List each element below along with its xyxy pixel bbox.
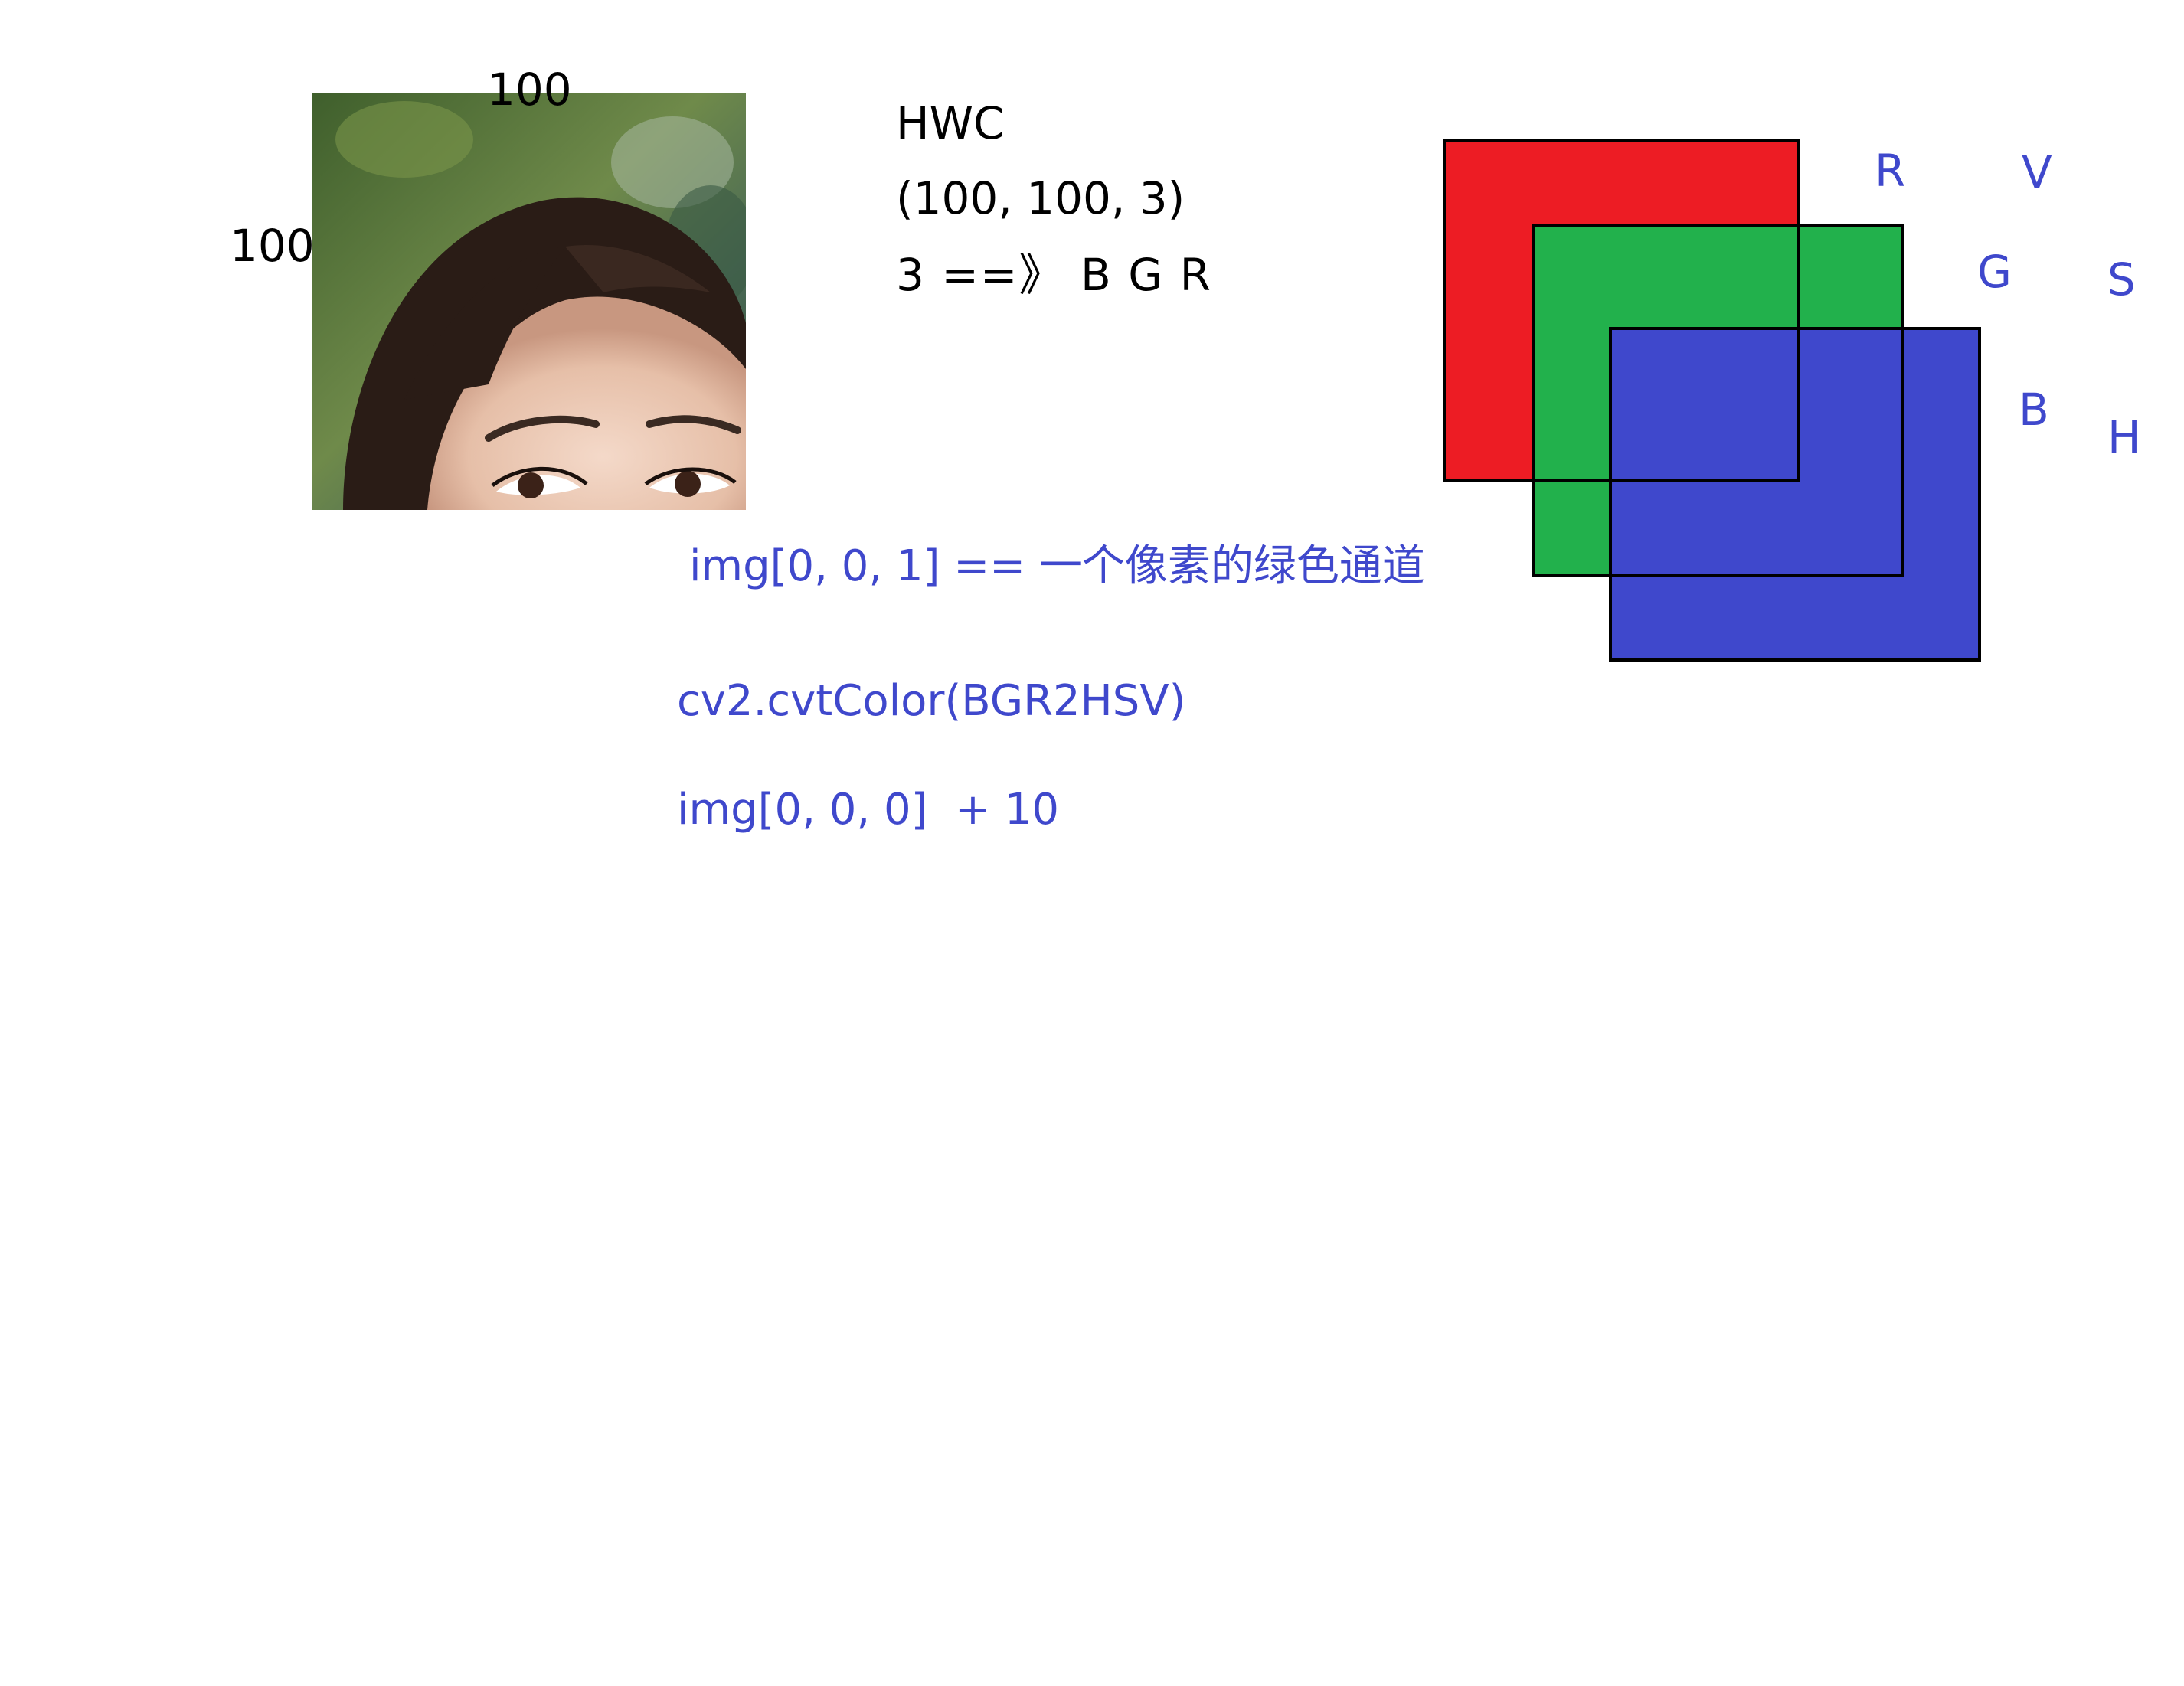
portrait-photo (312, 93, 746, 510)
label-v: V (2022, 146, 2052, 198)
shape-text: (100, 100, 3) (896, 172, 1185, 224)
add-value-line: img[0, 0, 0] + 10 (677, 785, 1060, 835)
label-h: H (2107, 411, 2141, 463)
label-s: S (2107, 253, 2136, 306)
whiteboard-canvas: 100 100 HWC (100, 100, 3) 3 ==》 B G R im… (0, 0, 2184, 1686)
layout-text: HWC (896, 97, 1005, 149)
image-height-label: 100 (230, 220, 315, 272)
label-r: R (1875, 145, 1906, 197)
label-g: G (1977, 246, 2012, 298)
image-width-label: 100 (487, 64, 572, 116)
label-b: B (2019, 384, 2049, 436)
pixel-index-line: img[0, 0, 1] == 一个像素的绿色通道 (689, 541, 1425, 591)
green-layer-outline (1532, 224, 1904, 577)
cvtcolor-line: cv2.cvtColor(BGR2HSV) (677, 676, 1186, 726)
channel-order-text: 3 ==》 B G R (896, 249, 1212, 301)
